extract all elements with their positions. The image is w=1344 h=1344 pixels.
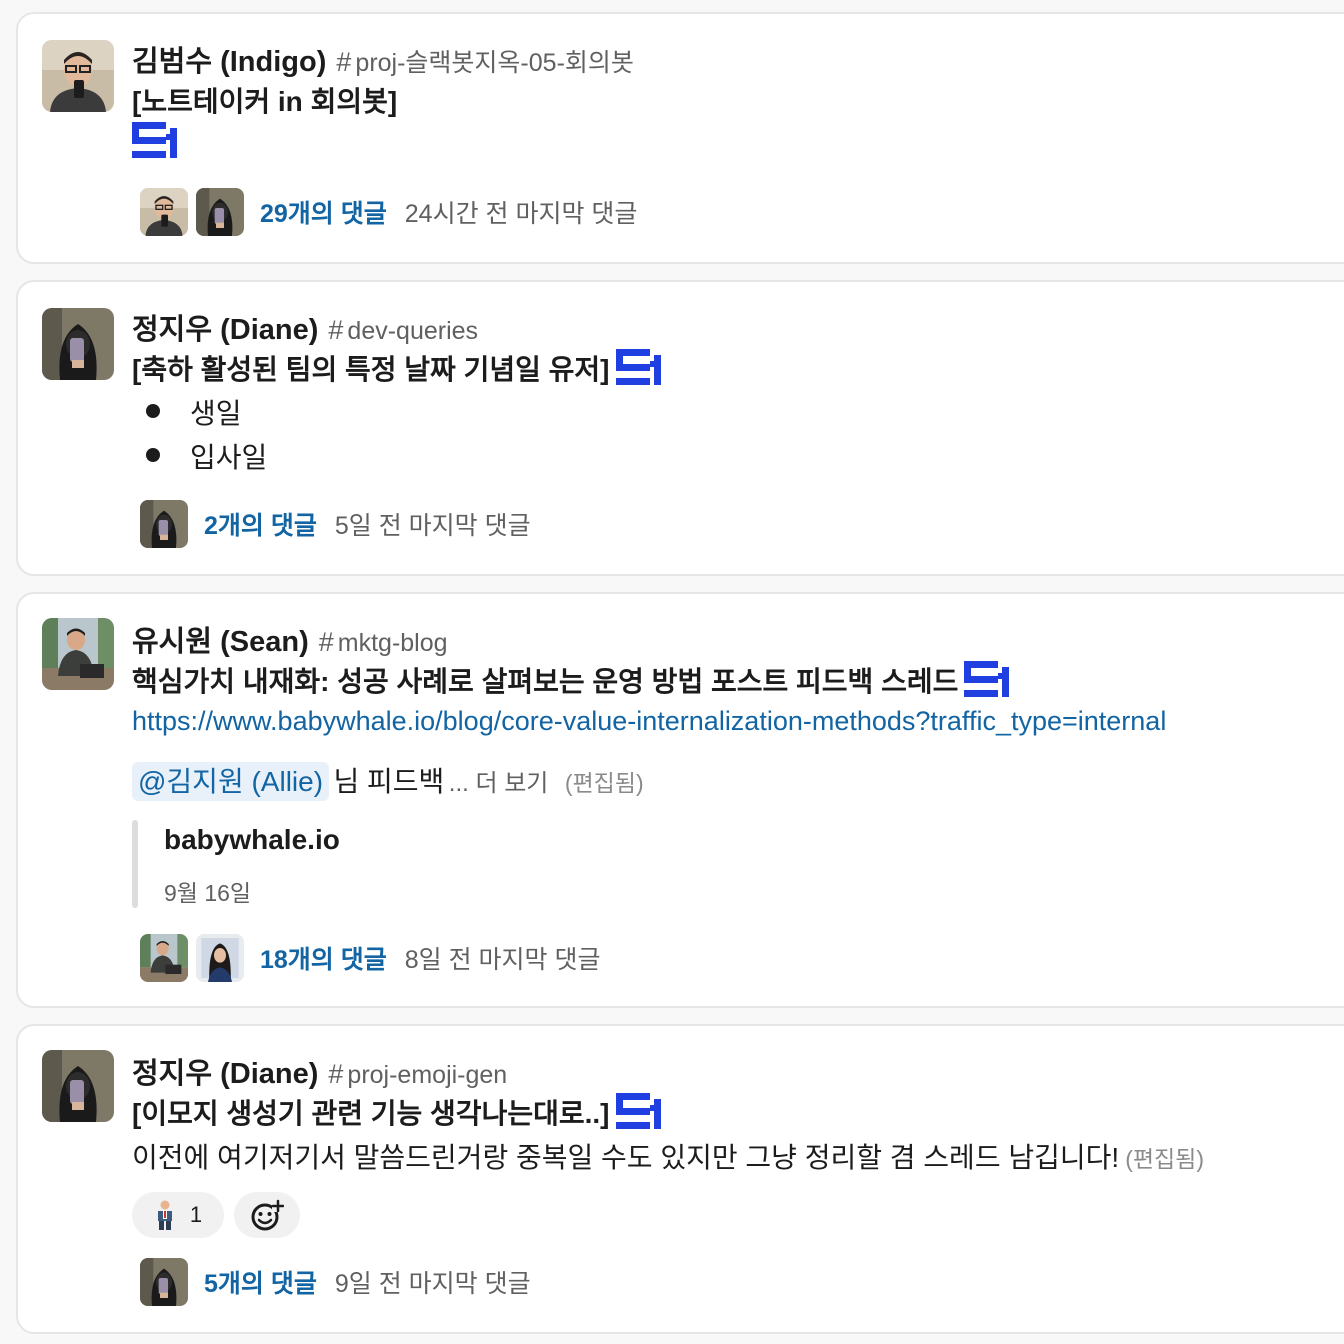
channel-hash-icon: # bbox=[328, 315, 344, 345]
message-title: [축하 활성된 팀의 특정 날짜 기념일 유저] bbox=[132, 354, 610, 385]
avatar bbox=[196, 934, 244, 982]
reply-count-link[interactable]: 5개의 댓글 bbox=[204, 1264, 317, 1300]
reaction-pill[interactable]: 1 bbox=[132, 1192, 224, 1238]
link-preview-title[interactable]: babywhale.io bbox=[164, 824, 340, 855]
brand-logo-icon bbox=[132, 122, 178, 160]
avatar bbox=[140, 500, 188, 548]
avatar bbox=[196, 188, 244, 236]
thread-card[interactable]: 정지우 (Diane) # dev-queries [축하 활성된 팀의 특정 날짜… bbox=[16, 280, 1344, 576]
author-name[interactable]: 정지우 (Diane) bbox=[132, 314, 318, 346]
reply-count-link[interactable]: 2개의 댓글 bbox=[204, 506, 317, 542]
bullet-dot bbox=[146, 404, 160, 418]
reaction-count: 1 bbox=[189, 1202, 203, 1227]
avatar[interactable] bbox=[42, 618, 114, 690]
message-text: 이전에 여기저기서 말씀드린거랑 중복일 수도 있지만 그냥 정리할 겸 스레드… bbox=[132, 1142, 1120, 1173]
person-standing-emoji-icon bbox=[157, 1200, 172, 1230]
brand-logo-icon bbox=[616, 1093, 662, 1131]
avatar bbox=[140, 934, 188, 982]
channel-hash-icon: # bbox=[336, 47, 352, 77]
thread-replies[interactable]: 5개의 댓글 9일 전 마지막 댓글 bbox=[140, 1256, 531, 1308]
author-name[interactable]: 유시원 (Sean) bbox=[132, 626, 309, 658]
channel-hash-icon: # bbox=[318, 627, 334, 657]
avatar[interactable] bbox=[42, 40, 114, 112]
avatar bbox=[140, 188, 188, 236]
avatar bbox=[140, 1258, 188, 1306]
author-name[interactable]: 정지우 (Diane) bbox=[132, 1058, 318, 1090]
edited-label: (편집됨) bbox=[1125, 1146, 1204, 1172]
avatar[interactable] bbox=[42, 308, 114, 380]
last-reply-time: 24시간 전 마지막 댓글 bbox=[404, 200, 638, 228]
link-preview-bar bbox=[132, 820, 138, 908]
message-title: 핵심가치 내재화: 성공 사례로 살펴보는 운영 방법 포스트 피드백 스레드 bbox=[132, 666, 959, 697]
channel-name[interactable]: proj-슬랙봇지옥-05-회의봇 bbox=[355, 49, 633, 77]
message-text: 님 피드백 bbox=[333, 766, 445, 797]
reply-count-link[interactable]: 18개의 댓글 bbox=[260, 940, 387, 976]
user-mention[interactable]: @김지원 (Allie) bbox=[132, 762, 330, 801]
thread-card[interactable]: 유시원 (Sean) # mktg-blog 핵심가치 내재화: 성공 사례로 살펴… bbox=[16, 592, 1344, 1008]
channel-hash-icon: # bbox=[328, 1059, 344, 1089]
reply-count-link[interactable]: 29개의 댓글 bbox=[260, 194, 387, 230]
author-name[interactable]: 김범수 (Indigo) bbox=[132, 46, 326, 78]
add-reaction-icon bbox=[251, 1199, 284, 1231]
blog-link[interactable]: https://www.babywhale.io/blog/core-value… bbox=[132, 706, 1166, 736]
brand-logo-icon bbox=[616, 349, 662, 387]
thread-card[interactable]: 김범수 (Indigo) # proj-슬랙봇지옥-05-회의봇 [노트테이커 in… bbox=[16, 12, 1344, 264]
brand-logo-icon bbox=[964, 661, 1010, 699]
show-more-link[interactable]: ... 더 보기 bbox=[449, 770, 549, 797]
last-reply-time: 9일 전 마지막 댓글 bbox=[334, 1270, 531, 1298]
list-item: 입사일 bbox=[190, 442, 268, 473]
add-reaction-button[interactable] bbox=[234, 1192, 300, 1238]
channel-name[interactable]: mktg-blog bbox=[338, 629, 448, 657]
avatar[interactable] bbox=[42, 1050, 114, 1122]
thread-replies[interactable]: 29개의 댓글 24시간 전 마지막 댓글 bbox=[140, 186, 637, 238]
thread-replies[interactable]: 2개의 댓글 5일 전 마지막 댓글 bbox=[140, 498, 531, 550]
channel-name[interactable]: dev-queries bbox=[347, 317, 478, 345]
last-reply-time: 8일 전 마지막 댓글 bbox=[404, 946, 601, 974]
thread-replies[interactable]: 18개의 댓글 8일 전 마지막 댓글 bbox=[140, 932, 601, 984]
thread-card[interactable]: 정지우 (Diane) # proj-emoji-gen [이모지 생성기 관련 기… bbox=[16, 1024, 1344, 1334]
message-title: [노트테이커 in 회의봇] bbox=[132, 86, 398, 117]
link-preview-date: 9월 16일 bbox=[164, 880, 252, 906]
last-reply-time: 5일 전 마지막 댓글 bbox=[334, 512, 531, 540]
channel-name[interactable]: proj-emoji-gen bbox=[347, 1061, 507, 1089]
bullet-dot bbox=[146, 448, 160, 462]
edited-label: (편집됨) bbox=[564, 770, 644, 796]
message-title: [이모지 생성기 관련 기능 생각나는대로..] bbox=[132, 1098, 610, 1129]
list-item: 생일 bbox=[190, 398, 242, 429]
